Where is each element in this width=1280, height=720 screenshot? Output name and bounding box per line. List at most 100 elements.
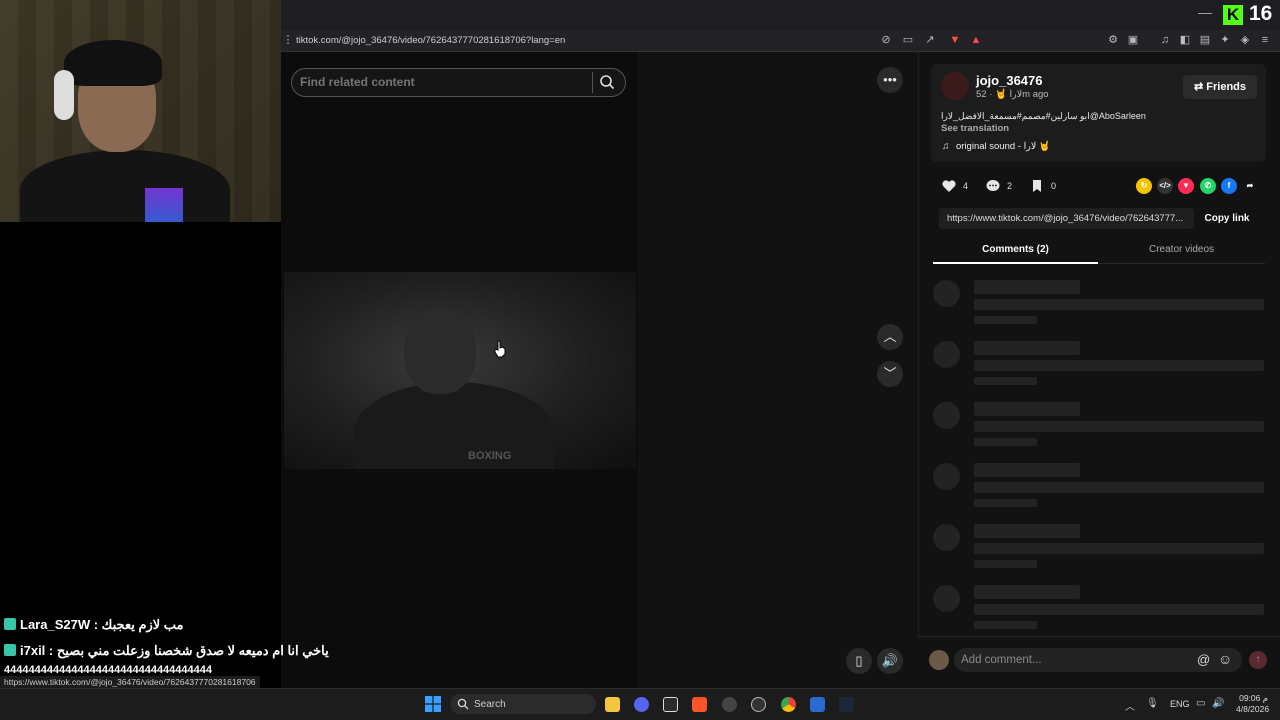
skeleton-line	[974, 524, 1080, 538]
more-options-button[interactable]: •••	[877, 67, 903, 93]
creator-username[interactable]: jojo_36476	[976, 73, 1043, 88]
vpn-icon[interactable]: ◈	[1238, 33, 1252, 47]
skeleton-line	[974, 463, 1080, 477]
next-video-button[interactable]: ﹀	[877, 361, 903, 387]
skeleton-line	[974, 299, 1264, 310]
capture-icon[interactable]	[663, 697, 678, 712]
tray-overflow-icon[interactable]: ︿	[1125, 698, 1135, 713]
windows-start-icon[interactable]	[425, 696, 441, 712]
leo-ai-icon[interactable]: ✦	[1218, 33, 1232, 47]
skeleton-avatar	[933, 585, 960, 612]
post-comment-icon[interactable]: ↑	[1249, 651, 1267, 669]
heart-icon[interactable]	[941, 178, 957, 194]
file-explorer-icon[interactable]	[605, 697, 620, 712]
tab-creator-videos[interactable]: Creator videos	[1098, 240, 1265, 264]
video-controls-column	[638, 52, 918, 688]
sidebar-icon[interactable]: ◧	[1178, 33, 1192, 47]
chat-badge-icon	[4, 644, 16, 656]
webcam-person-body	[20, 150, 230, 222]
clock-date: 4/8/2026	[1236, 704, 1270, 714]
site-info-icon[interactable]: ⋮	[281, 33, 295, 47]
volume-button[interactable]: 🔊	[877, 648, 903, 674]
menu-icon[interactable]: ≡	[1258, 33, 1272, 47]
skeleton-avatar	[933, 341, 960, 368]
video-frame[interactable]: BOXING	[284, 272, 636, 469]
facebook-icon[interactable]: f	[1221, 178, 1237, 194]
language-indicator[interactable]: ENG	[1170, 699, 1190, 709]
discord-icon[interactable]	[634, 697, 649, 712]
bookmark-icon[interactable]	[1029, 178, 1045, 194]
webcam-person-cap	[64, 40, 162, 86]
webcam-overlay	[0, 0, 281, 222]
skeleton-line	[974, 377, 1037, 385]
clock[interactable]: 09:06 م 4/8/2026	[1236, 693, 1270, 715]
network-icon[interactable]: ▭	[1196, 698, 1205, 709]
app-icon[interactable]	[751, 697, 766, 712]
mention-icon[interactable]: @	[1197, 652, 1210, 667]
share-arrow-icon[interactable]: ➦	[1242, 178, 1258, 194]
copy-link-button[interactable]: Copy link	[1198, 208, 1256, 229]
url-text[interactable]: tiktok.com/@jojo_36476/video/76264377702…	[296, 35, 565, 46]
video-link-text[interactable]: https://www.tiktok.com/@jojo_36476/video…	[947, 213, 1183, 224]
minimize-icon[interactable]: —	[1198, 4, 1212, 20]
microphone-icon[interactable]: 🎙	[1146, 698, 1159, 709]
extensions-icon[interactable]: ⚙	[1106, 33, 1120, 47]
kick-follower-count: 16	[1249, 2, 1273, 25]
previous-video-button[interactable]: ︿	[877, 324, 903, 350]
chat-text: 4444444444444444444444444444444444	[4, 664, 213, 676]
kick-logo-icon: K	[1223, 5, 1243, 25]
steam-icon[interactable]	[839, 697, 854, 712]
hand-cursor-icon	[494, 340, 506, 358]
skeleton-line	[974, 621, 1037, 629]
skeleton-avatar	[933, 463, 960, 490]
wallet-2-icon[interactable]: ▤	[1198, 33, 1212, 47]
obs-icon[interactable]	[722, 697, 737, 712]
comment-count: 2	[1007, 181, 1013, 191]
skeleton-avatar	[933, 524, 960, 551]
my-avatar	[929, 650, 949, 670]
search-divider	[592, 72, 593, 93]
chrome-icon[interactable]	[781, 697, 796, 712]
skeleton-line	[974, 341, 1080, 355]
vscode-icon[interactable]	[810, 697, 825, 712]
pip-button[interactable]: ▯	[846, 648, 872, 674]
search-icon[interactable]	[599, 74, 615, 90]
video-figure-body	[354, 382, 554, 469]
tab-comments[interactable]: Comments (2)	[933, 240, 1098, 264]
sound-link[interactable]: original sound - لارا 🤘	[956, 141, 1051, 152]
volume-tray-icon[interactable]: 🔊	[1212, 698, 1224, 709]
chat-username: i7xil	[20, 643, 46, 658]
media-icon[interactable]: ♫	[1158, 33, 1172, 47]
chat-text: : ياخي انا ام دميعه لا صدق شخصنا وزعلت م…	[48, 643, 329, 658]
skeleton-line	[974, 499, 1037, 507]
screen-icon[interactable]: ▭	[901, 33, 915, 47]
related-search-input[interactable]	[300, 72, 588, 92]
share-page-icon[interactable]: ↗	[923, 33, 937, 47]
skeleton-line	[974, 316, 1037, 324]
comment-icon[interactable]	[985, 178, 1001, 194]
save-count: 0	[1051, 181, 1057, 191]
no-tracking-icon[interactable]: ⊘	[879, 33, 893, 47]
brave-browser-icon[interactable]	[692, 697, 707, 712]
music-note-icon: ♫	[942, 141, 950, 152]
repost-icon[interactable]: ↻	[1136, 178, 1152, 194]
brave-rewards-icon[interactable]: ▲	[969, 33, 983, 47]
send-to-friends-icon[interactable]: ▼	[1178, 178, 1194, 194]
taskbar-search-label[interactable]: Search	[474, 699, 506, 710]
whatsapp-icon[interactable]: ✆	[1200, 178, 1216, 194]
skeleton-line	[974, 402, 1080, 416]
skeleton-line	[974, 360, 1264, 371]
skeleton-line	[974, 543, 1264, 554]
friends-button[interactable]: ⇄ Friends	[1183, 75, 1257, 99]
chat-badge-icon	[4, 618, 16, 630]
see-translation-link[interactable]: See translation	[941, 123, 1009, 134]
brave-shield-icon[interactable]: ▼	[948, 33, 962, 47]
embed-icon[interactable]: </>	[1157, 178, 1173, 194]
skeleton-line	[974, 438, 1037, 446]
wallet-icon[interactable]: ▣	[1126, 33, 1140, 47]
creator-avatar[interactable]	[941, 72, 969, 100]
taskbar-search-box[interactable]	[450, 694, 596, 714]
friends-icon: ⇄	[1193, 81, 1207, 93]
emoji-icon[interactable]: ☺	[1218, 651, 1232, 667]
like-count: 4	[963, 181, 969, 191]
